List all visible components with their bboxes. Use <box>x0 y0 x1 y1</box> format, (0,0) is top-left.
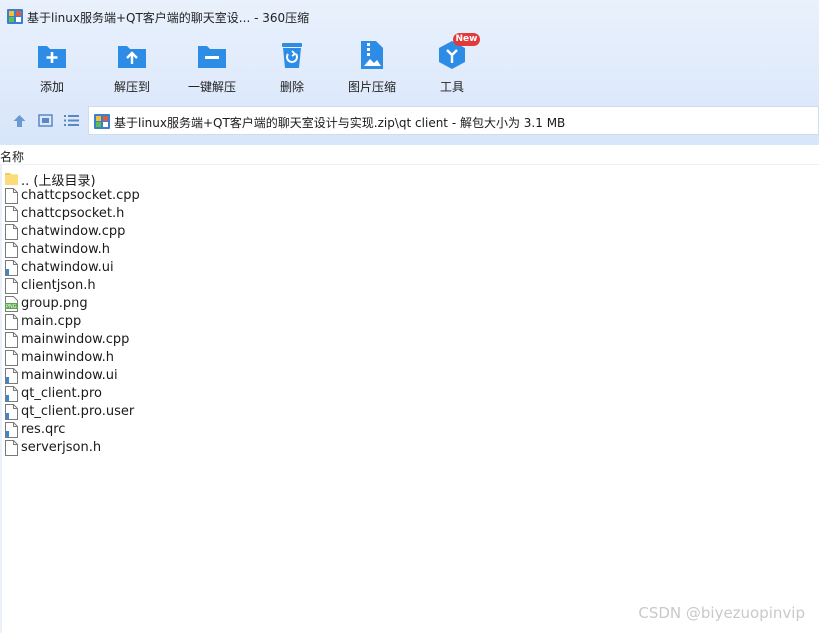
file-row[interactable]: qt_client.pro.user <box>0 403 400 421</box>
file-icon <box>5 242 18 258</box>
file-row[interactable]: mainwindow.h <box>0 349 400 367</box>
window-chrome: 基于linux服务端+QT客户端的聊天室设... - 360压缩 添加 解压到 <box>0 0 819 145</box>
file-icon <box>5 368 18 384</box>
title-bar: 基于linux服务端+QT客户端的聊天室设... - 360压缩 <box>0 0 819 34</box>
file-row[interactable]: serverjson.h <box>0 439 400 457</box>
file-name: chatwindow.ui <box>21 260 114 275</box>
file-icon <box>5 350 18 366</box>
file-icon <box>5 386 18 402</box>
file-name: clientjson.h <box>21 278 96 293</box>
watermark: CSDN @biyezuopinvip <box>638 604 805 622</box>
file-icon <box>5 332 18 348</box>
address-bar: 基于linux服务端+QT客户端的聊天室设计与实现.zip\qt client … <box>0 106 819 136</box>
folder-icon <box>5 170 18 186</box>
toolbar: 添加 解压到 一键解压 删除 图片压缩 工具 <box>0 38 819 98</box>
list-view-icon[interactable] <box>64 114 79 127</box>
file-row[interactable]: chattcpsocket.h <box>0 205 400 223</box>
file-row[interactable]: mainwindow.ui <box>0 367 400 385</box>
file-icon <box>5 188 18 204</box>
file-name: qt_client.pro <box>21 386 102 401</box>
file-name: mainwindow.ui <box>21 368 118 383</box>
file-row[interactable]: mainwindow.cpp <box>0 331 400 349</box>
file-row[interactable]: chatwindow.h <box>0 241 400 259</box>
archive-app-icon <box>7 9 23 24</box>
file-row[interactable]: chatwindow.ui <box>0 259 400 277</box>
file-icon <box>5 440 18 456</box>
tools-button[interactable]: 工具 <box>417 38 487 98</box>
file-list: .. (上级目录) chattcpsocket.cpp chattcpsocket.… <box>0 169 400 457</box>
file-row[interactable]: clientjson.h <box>0 277 400 295</box>
archive-icon <box>94 114 110 129</box>
file-icon <box>5 224 18 240</box>
file-row[interactable]: PNG group.png <box>0 295 400 313</box>
thumbnail-view-icon[interactable] <box>38 114 53 127</box>
one-click-extract-button[interactable]: 一键解压 <box>177 38 247 98</box>
file-name: chattcpsocket.h <box>21 206 125 221</box>
file-name: mainwindow.cpp <box>21 332 130 347</box>
file-row[interactable]: main.cpp <box>0 313 400 331</box>
trash-icon <box>282 43 302 68</box>
svg-text:PNG: PNG <box>6 304 17 310</box>
parent-folder-row[interactable]: .. (上级目录) <box>0 169 400 189</box>
delete-button[interactable]: 删除 <box>257 38 327 98</box>
add-folder-icon <box>38 46 66 68</box>
file-name: serverjson.h <box>21 440 102 455</box>
file-row[interactable]: qt_client.pro <box>0 385 400 403</box>
add-button[interactable]: 添加 <box>17 38 87 98</box>
one-click-extract-icon <box>198 46 226 68</box>
add-button-label: 添加 <box>39 80 64 94</box>
image-compress-button[interactable]: 图片压缩 <box>337 38 407 98</box>
window-title: 基于linux服务端+QT客户端的聊天室设... - 360压缩 <box>27 11 310 25</box>
name-column-header[interactable]: 名称 <box>0 148 24 165</box>
file-icon <box>5 260 18 276</box>
file-name: res.qrc <box>21 422 66 437</box>
up-arrow-icon[interactable] <box>12 114 27 128</box>
one-click-extract-label: 一键解压 <box>187 80 236 94</box>
path-text: 基于linux服务端+QT客户端的聊天室设计与实现.zip\qt client … <box>114 116 566 130</box>
file-name: qt_client.pro.user <box>21 404 135 419</box>
image-compress-icon <box>361 41 383 69</box>
file-icon <box>5 206 18 222</box>
extract-to-button[interactable]: 解压到 <box>97 38 167 98</box>
file-icon <box>5 422 18 438</box>
file-name: chatwindow.h <box>21 242 110 257</box>
file-name: chattcpsocket.cpp <box>21 188 140 203</box>
new-badge: New <box>453 33 480 46</box>
delete-label: 删除 <box>279 80 304 94</box>
file-name: mainwindow.h <box>21 350 114 365</box>
path-field[interactable]: 基于linux服务端+QT客户端的聊天室设计与实现.zip\qt client … <box>88 106 819 135</box>
png-file-icon: PNG <box>5 296 18 312</box>
file-icon <box>5 278 18 294</box>
file-row[interactable]: res.qrc <box>0 421 400 439</box>
file-row[interactable]: chattcpsocket.cpp <box>0 187 400 205</box>
file-name: chatwindow.cpp <box>21 224 126 239</box>
tools-label: 工具 <box>439 80 464 94</box>
file-row[interactable]: chatwindow.cpp <box>0 223 400 241</box>
extract-to-icon <box>118 46 146 68</box>
file-icon <box>5 404 18 420</box>
file-icon <box>5 314 18 330</box>
file-name: group.png <box>21 296 88 311</box>
file-name: main.cpp <box>21 314 82 329</box>
image-compress-label: 图片压缩 <box>347 80 396 94</box>
extract-to-label: 解压到 <box>113 80 150 94</box>
header-divider <box>0 164 819 165</box>
